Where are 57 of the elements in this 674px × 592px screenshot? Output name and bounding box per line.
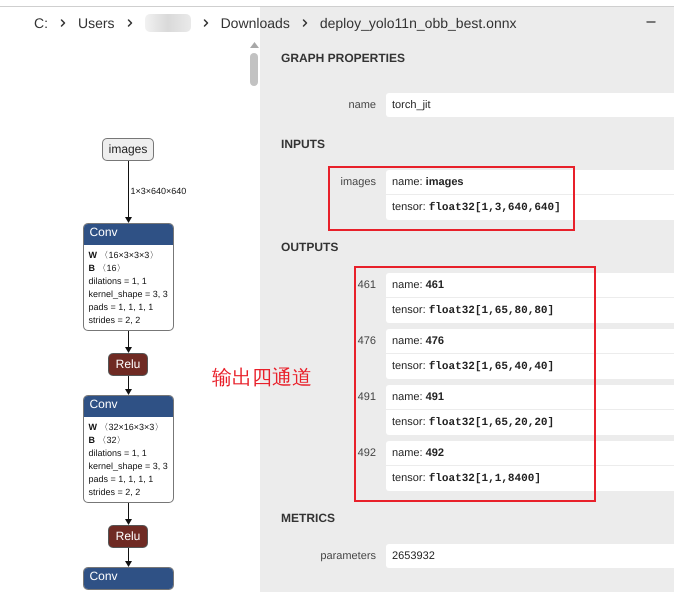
property-line: name: images [391,175,465,190]
edge-arrow [124,331,132,353]
property-line: tensor: float32[1,3,640,640] [386,194,674,220]
property-line: name: 461 [391,278,445,293]
property-line: name: 476 [391,334,445,349]
node-attribute: dilations = 1, 1 [88,275,148,288]
blurred-segment [144,14,191,32]
property-label: 492 [358,446,376,461]
node-attribute: strides = 2, 2 [88,314,142,327]
section-title: GRAPH PROPERTIES [280,50,406,66]
breadcrumb-item[interactable]: Users [78,15,115,31]
conv-node[interactable]: Conv [82,567,174,590]
property-value: torch_jit [386,93,674,117]
property-line: tensor: float32[1,65,20,20] [386,409,674,435]
edge-arrow [124,376,132,395]
property-label: 476 [358,334,376,349]
section-title: INPUTS [280,136,326,152]
node-attribute: B 〈32〉 [88,434,127,447]
relu-node[interactable]: Relu [108,525,148,548]
node-attribute: pads = 1, 1, 1, 1 [88,301,154,314]
conv-node[interactable]: Conv W 〈32×16×3×3〉 B 〈32〉 dilations = 1, 1 kernel_shape = 3, 3 pads = 1, 1, 1, 1 strides = 2, 2 [82,395,174,503]
property-line: name: 491 [391,390,445,405]
edge-arrow [124,548,132,567]
property-label: 461 [358,278,376,293]
node-attribute: kernel_shape = 3, 3 [88,460,168,473]
edge-arrow [124,161,132,223]
file-name[interactable]: deploy_yolo11n_obb_best.onnx [320,15,517,31]
scrollbar-thumb[interactable] [250,53,258,86]
property-line: tensor: float32[1,65,40,40] [386,353,674,379]
property-line: tensor: float32[1,1,8400] [386,465,674,491]
conv-node[interactable]: Conv W 〈16×3×3×3〉 B 〈16〉 dilations = 1, 1 kernel_shape = 3, 3 pads = 1, 1, 1, 1 strides = 2, 2 [82,223,174,331]
node-attribute: B 〈16〉 [88,262,127,275]
property-value: 2653932 [386,544,674,568]
edge-arrow [124,503,132,525]
property-label: images [340,175,376,190]
edge-label: 1×3×640×640 [130,186,186,196]
breadcrumb-item[interactable]: Downloads [220,15,290,31]
breadcrumb-item[interactable]: C: [34,15,48,31]
section-title: METRICS [280,510,336,526]
node-title: Conv [84,224,172,245]
node-attribute: W 〈16×3×3×3〉 [88,249,160,262]
annotation-text: 输出四通道 [212,364,312,391]
property-label: parameters [320,549,376,564]
scroll-up-icon[interactable] [250,42,258,48]
relu-node[interactable]: Relu [108,353,148,376]
node-attribute: pads = 1, 1, 1, 1 [88,473,154,486]
property-label: name [348,98,376,113]
node-attribute: kernel_shape = 3, 3 [88,288,168,301]
node-attribute: W 〈32×16×3×3〉 [88,421,164,434]
property-line: tensor: float32[1,65,80,80] [386,297,674,323]
node-attribute: dilations = 1, 1 [88,447,148,460]
node-attribute: strides = 2, 2 [88,486,142,499]
node-title: Conv [84,396,172,417]
property-label: 491 [358,390,376,405]
section-title: OUTPUTS [280,239,340,255]
property-line: name: 492 [391,446,445,461]
input-node[interactable]: images [102,138,154,161]
